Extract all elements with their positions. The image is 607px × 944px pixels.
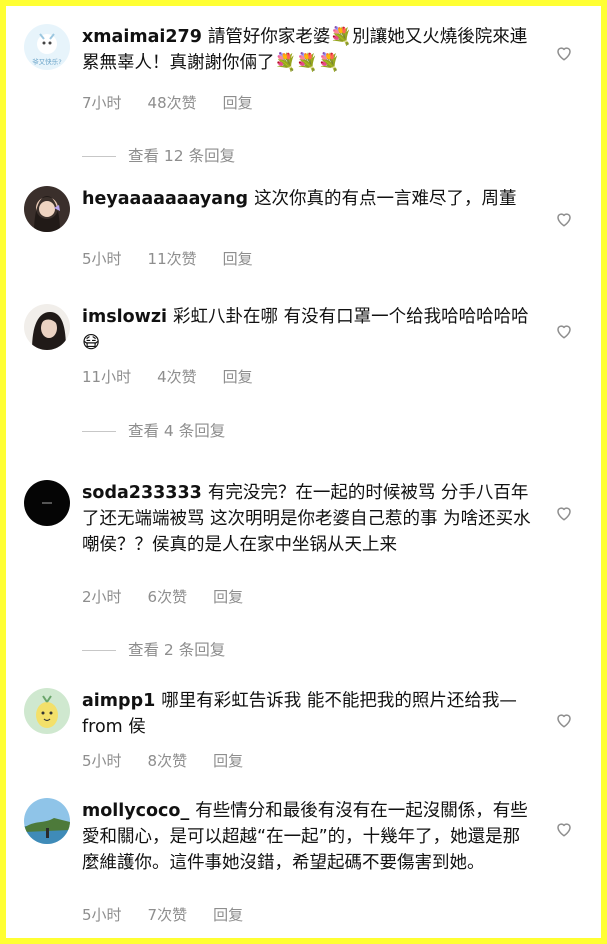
view-replies-label[interactable]: 查看 12 条回复	[128, 147, 235, 165]
divider-line	[82, 156, 116, 157]
heart-icon[interactable]	[555, 504, 573, 522]
comment-text-block: mollycoco_ 有些情分和最後有沒有在一起沒關係，有些愛和關心，是可以超越“…	[82, 798, 532, 876]
avatar[interactable]: 爷又快乐?	[24, 24, 70, 70]
comment-text-block: xmaimai279 請管好你家老婆💐別讓她又火燒後院來連累無辜人！真謝謝你倆了💐…	[82, 24, 532, 76]
comment-meta: 7小时 48次赞 回复	[82, 92, 279, 113]
view-replies-button[interactable]: 查看 4 条回复	[82, 419, 225, 441]
comment-meta: 11小时 4次赞 回复	[82, 366, 279, 387]
view-replies-label[interactable]: 查看 4 条回复	[128, 422, 225, 440]
comments-panel: 爷又快乐? xmaimai279 請管好你家老婆💐別讓她又火燒後院來連累無辜人！真…	[6, 6, 601, 938]
view-replies-button[interactable]: 查看 12 条回复	[82, 144, 235, 166]
comment-time: 2小时	[82, 588, 122, 606]
avatar[interactable]	[24, 304, 70, 350]
reply-button[interactable]: 回复	[223, 368, 253, 386]
comment-time: 7小时	[82, 94, 122, 112]
divider-line	[82, 650, 116, 651]
comment-time: 5小时	[82, 250, 122, 268]
view-replies-button[interactable]: 查看 2 条回复	[82, 638, 225, 660]
comment-meta: 5小时 11次赞 回复	[82, 248, 279, 269]
avatar[interactable]	[24, 798, 70, 844]
heart-icon[interactable]	[555, 820, 573, 838]
avatar-caption: 爷又快乐?	[32, 57, 61, 66]
comment-likes[interactable]: 48次赞	[148, 94, 197, 112]
comment-username[interactable]: mollycoco_	[82, 801, 189, 821]
comment-likes[interactable]: 4次赞	[157, 368, 197, 386]
view-replies-label[interactable]: 查看 2 条回复	[128, 641, 225, 659]
comment-text-block: heyaaaaaaayang 这次你真的有点一言难尽了，周董	[82, 186, 532, 212]
heart-icon[interactable]	[555, 711, 573, 729]
comment-username[interactable]: soda233333	[82, 483, 202, 503]
reply-button[interactable]: 回复	[223, 250, 253, 268]
comment-username[interactable]: xmaimai279	[82, 27, 202, 47]
heart-icon[interactable]	[555, 210, 573, 228]
reply-button[interactable]: 回复	[213, 906, 243, 924]
comment-likes[interactable]: 11次赞	[148, 250, 197, 268]
divider-line	[82, 431, 116, 432]
comment-likes[interactable]: 7次赞	[148, 906, 188, 924]
avatar[interactable]	[24, 688, 70, 734]
comment-time: 5小时	[82, 752, 122, 770]
comment-meta: 5小时 8次赞 回复	[82, 750, 269, 771]
reply-button[interactable]: 回复	[213, 588, 243, 606]
comment-time: 11小时	[82, 368, 132, 386]
comment-username[interactable]: imslowzi	[82, 307, 167, 327]
avatar[interactable]	[24, 186, 70, 232]
comment-text-block: aimpp1 哪里有彩虹告诉我 能不能把我的照片还给我—from 侯	[82, 688, 532, 740]
heart-icon[interactable]	[555, 322, 573, 340]
comment-text: 这次你真的有点一言难尽了，周董	[254, 189, 517, 209]
comment-likes[interactable]: 8次赞	[148, 752, 188, 770]
heart-icon[interactable]	[555, 44, 573, 62]
avatar[interactable]	[24, 480, 70, 526]
comment-likes[interactable]: 6次赞	[148, 588, 188, 606]
comment-text-block: soda233333 有完没完？在一起的时候被骂 分手八百年了还无端端被骂 这次明…	[82, 480, 532, 558]
comment-time: 5小时	[82, 906, 122, 924]
reply-button[interactable]: 回复	[223, 94, 253, 112]
comment-meta: 2小时 6次赞 回复	[82, 586, 269, 607]
comment-username[interactable]: aimpp1	[82, 691, 155, 711]
comment-meta: 5小时 7次赞 回复	[82, 904, 269, 925]
comment-text-block: imslowzi 彩虹八卦在哪 有没有口罩一个给我哈哈哈哈哈😷	[82, 304, 532, 356]
reply-button[interactable]: 回复	[213, 752, 243, 770]
comment-username[interactable]: heyaaaaaaayang	[82, 189, 248, 209]
